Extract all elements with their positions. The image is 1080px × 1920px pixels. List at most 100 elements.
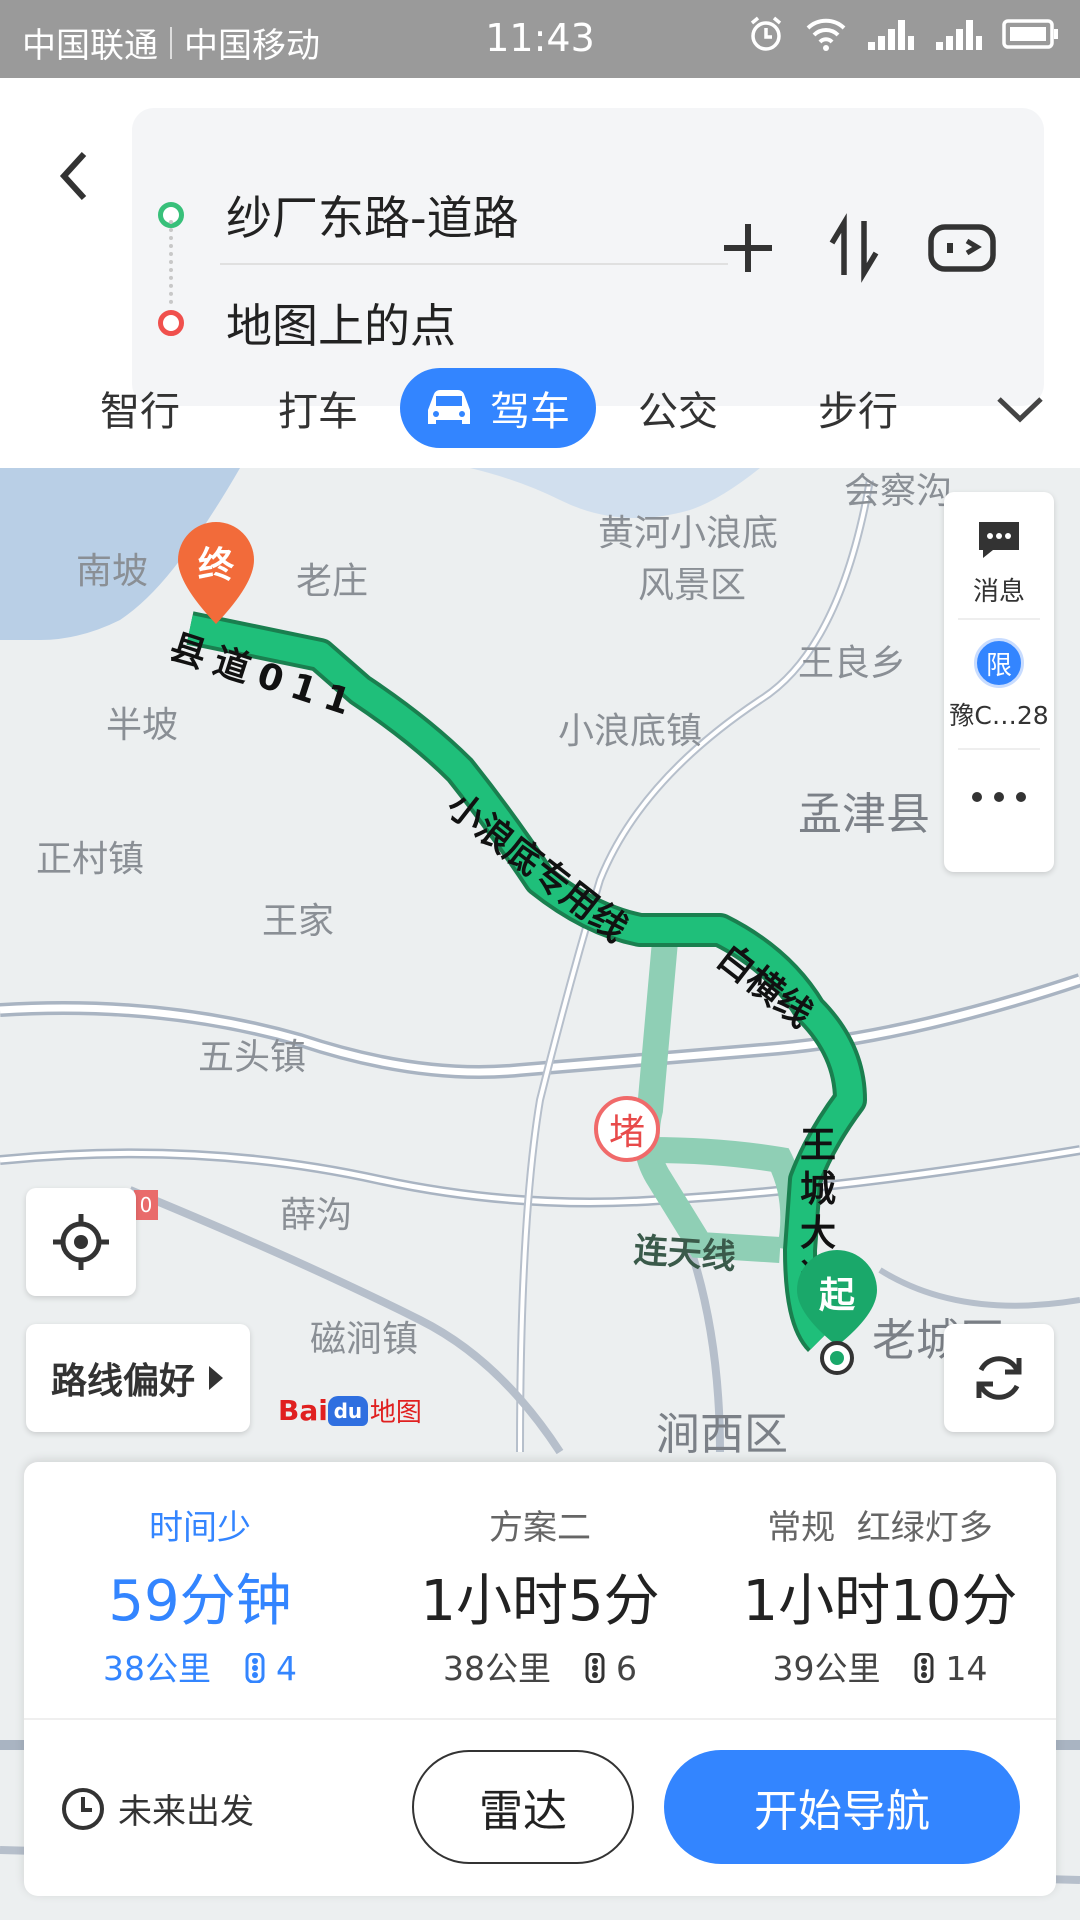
plan-meta: 38公里 4 [28,1642,372,1690]
end-location-text: 地图上的点 [226,299,456,353]
route-preference-button[interactable]: 路线偏好 [26,1324,250,1432]
messages-label: 消息 [972,577,1025,607]
route-plan-2[interactable]: 方案二 1小时5分 38公里 6 [368,1462,712,1722]
start-location-text: 纱厂东路-道路 [226,191,519,245]
swap-route-button[interactable] [814,208,894,288]
route-header: 纱厂东路-道路 地图上的点 智行 打车 驾车 公交 步行 [0,78,1080,468]
refresh-icon [976,1356,1022,1400]
route-preference-label: 路线偏好 [50,1361,195,1402]
plus-icon [724,224,772,272]
map-side-panel: 消息 限 豫C…28 [944,492,1054,872]
tab-label: 公交 [638,389,718,435]
place-label: 正村镇 [36,839,145,880]
tab-walk[interactable]: 步行 [808,368,908,448]
message-icon [979,522,1019,558]
wifi-icon [806,18,846,51]
place-label: 五头镇 [198,1037,307,1078]
future-departure-label: 未来出发 [118,1792,254,1832]
refresh-button[interactable] [944,1324,1054,1432]
chevron-down-icon [997,397,1043,423]
back-button[interactable] [46,136,106,216]
place-label: 王家 [262,901,335,942]
add-waypoint-button[interactable] [708,208,788,288]
end-marker[interactable]: 终 [174,518,258,628]
traffic-light-icon [585,1652,604,1684]
plan-tag: 时间少 [149,1508,251,1548]
signal-icon [868,20,914,50]
route-label: 连天线 [632,1230,738,1278]
status-icons [746,14,1060,54]
end-marker-label: 终 [197,545,234,586]
card-divider [24,1718,1056,1720]
more-modes-button[interactable] [990,368,1050,448]
battery-icon [1002,19,1058,49]
plan-lights: 14 [945,1649,988,1688]
place-label: 会察沟 [844,471,953,512]
tab-label: 智行 [100,389,180,435]
restriction-icon-label: 限 [985,650,1012,681]
restriction-icon: 限 [974,638,1024,688]
place-label: 老庄 [296,561,369,602]
plan-duration: 1小时5分 [420,1569,660,1634]
swap-icon [829,213,879,283]
route-plan-3[interactable]: 常规 红绿灯多 1小时10分 39公里 14 [708,1462,1052,1722]
locate-icon [53,1214,109,1270]
logo-paw-du: du [327,1395,368,1426]
traffic-jam-marker[interactable]: 堵 [594,1096,660,1162]
chevron-left-icon [59,151,87,201]
radar-button[interactable]: 雷达 [412,1750,634,1864]
place-label: 涧西区 [656,1409,788,1460]
plan-duration: 59分钟 [108,1569,292,1634]
tab-smart[interactable]: 智行 [90,368,190,448]
plan-distance: 39公里 [772,1649,881,1688]
place-label: 孟津县 [798,789,930,840]
messages-button[interactable]: 消息 [944,518,1054,608]
baidu-map-logo: Bai du 地图 [278,1392,422,1429]
transport-tabs: 智行 打车 驾车 公交 步行 [0,360,1080,460]
locate-button[interactable] [26,1188,136,1296]
car-settings-icon [928,224,996,272]
route-divider [220,263,728,265]
caret-right-icon [209,1366,223,1390]
tab-taxi[interactable]: 打车 [268,368,368,448]
future-departure-button[interactable]: 未来出发 [60,1784,254,1833]
plate-restriction-button[interactable]: 限 豫C…28 [944,638,1054,732]
alarm-icon [750,16,782,51]
place-label: 小浪底镇 [558,711,703,752]
plan-meta: 39公里 14 [708,1642,1052,1690]
place-label: 薛沟 [280,1195,353,1236]
plan-tag: 方案二 [489,1508,591,1548]
plan-distance: 38公里 [103,1649,211,1688]
traffic-light-icon [914,1652,934,1684]
plan-tag: 常规 红绿灯多 [767,1508,993,1548]
start-location-field[interactable]: 纱厂东路-道路 [132,160,732,270]
car-settings-button[interactable] [922,208,1002,288]
start-marker[interactable]: 起 [792,1246,882,1376]
clock-icon [62,1787,104,1830]
tab-label: 打车 [278,389,358,435]
plan-lights: 6 [616,1649,637,1688]
plan-meta: 38公里 6 [368,1642,712,1690]
side-divider [958,618,1040,620]
plan-distance: 38公里 [443,1649,551,1688]
tab-drive[interactable]: 驾车 [400,368,596,448]
logo-map: 地图 [369,1398,422,1428]
side-divider [958,748,1040,750]
logo-bai: Bai [278,1394,328,1427]
end-dot-icon [158,310,184,336]
route-plan-1[interactable]: 时间少 59分钟 38公里 4 [28,1462,372,1722]
radar-label: 雷达 [479,1786,567,1837]
tab-transit[interactable]: 公交 [628,368,728,448]
place-label: 黄河小浪底 [598,513,779,554]
road-badge: 0 [134,1190,158,1220]
start-navigation-label: 开始导航 [754,1786,930,1837]
place-label: 磁涧镇 [310,1319,419,1360]
place-label: 风景区 [638,565,747,606]
plan-lights: 4 [276,1649,297,1688]
more-icon [972,792,1026,802]
logo-du: du [333,1398,363,1423]
route-plan-card: 时间少 59分钟 38公里 4 方案二 1小时5分 38公里 6 常规 红绿灯多… [24,1462,1056,1896]
start-navigation-button[interactable]: 开始导航 [664,1750,1020,1864]
more-options-button[interactable] [944,782,1054,812]
signal-icon-2 [936,20,982,50]
